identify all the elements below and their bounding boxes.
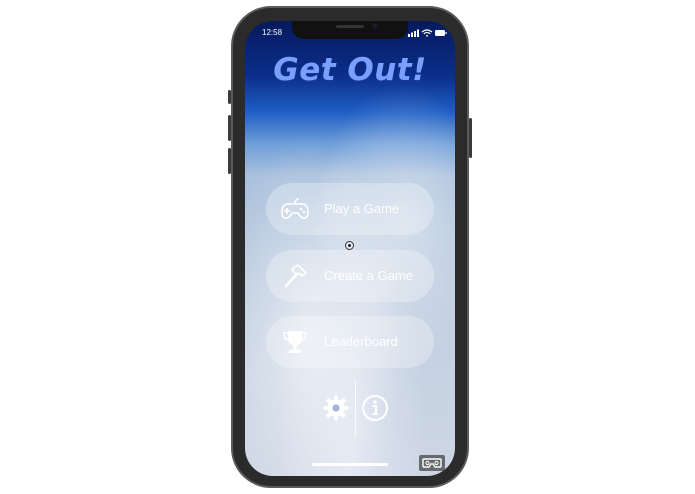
wifi-icon xyxy=(421,29,433,37)
trophy-icon xyxy=(283,331,307,353)
leaderboard-button[interactable]: Leaderboard xyxy=(266,316,434,368)
info-icon[interactable] xyxy=(361,394,389,422)
create-game-label: Create a Game xyxy=(324,268,413,283)
battery-icon xyxy=(435,30,447,36)
phone-mute-switch xyxy=(228,90,231,104)
gamepad-icon xyxy=(281,198,309,219)
play-game-button[interactable]: Play a Game xyxy=(266,183,434,235)
center-reticle xyxy=(345,241,354,250)
leaderboard-label: Leaderboard xyxy=(324,334,398,349)
phone-camera xyxy=(372,23,378,29)
hammer-icon xyxy=(284,264,307,288)
play-game-label: Play a Game xyxy=(324,201,400,216)
phone-speaker xyxy=(336,25,364,28)
vr-headset-icon xyxy=(422,458,442,468)
home-indicator[interactable] xyxy=(312,463,388,466)
phone-volume-up xyxy=(228,115,231,141)
create-game-button[interactable]: Create a Game xyxy=(266,250,434,302)
app-title: Get Out! xyxy=(273,52,427,88)
status-time: 12:58 xyxy=(262,28,283,37)
gear-icon[interactable] xyxy=(322,394,350,422)
status-icons xyxy=(408,29,447,37)
action-divider xyxy=(355,380,356,436)
phone-volume-down xyxy=(228,148,231,174)
phone-power-button xyxy=(469,118,472,158)
phone-notch xyxy=(292,21,408,39)
signal-icon xyxy=(408,29,419,37)
vr-mode-button[interactable] xyxy=(419,455,445,471)
